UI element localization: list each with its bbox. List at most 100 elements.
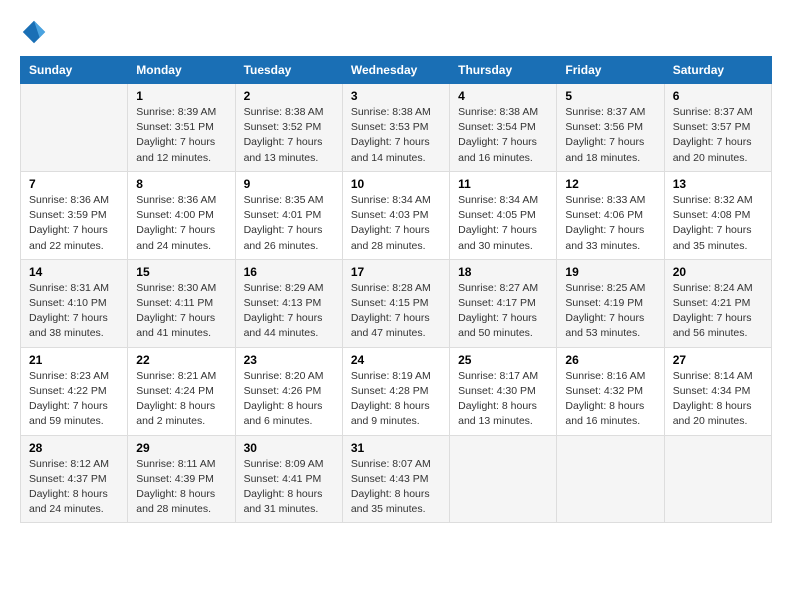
calendar-cell: 5 Sunrise: 8:37 AM Sunset: 3:56 PM Daylig… — [557, 84, 664, 172]
calendar-week-row: 28 Sunrise: 8:12 AM Sunset: 4:37 PM Dayli… — [21, 435, 772, 523]
calendar-cell — [557, 435, 664, 523]
weekday-header: Monday — [128, 57, 235, 84]
calendar-cell: 11 Sunrise: 8:34 AM Sunset: 4:05 PM Dayli… — [450, 171, 557, 259]
day-number: 7 — [29, 177, 119, 191]
day-number: 4 — [458, 89, 548, 103]
calendar-week-row: 14 Sunrise: 8:31 AM Sunset: 4:10 PM Dayli… — [21, 259, 772, 347]
weekday-header: Tuesday — [235, 57, 342, 84]
calendar-week-row: 7 Sunrise: 8:36 AM Sunset: 3:59 PM Daylig… — [21, 171, 772, 259]
header — [20, 18, 772, 46]
calendar-cell: 19Sunrise: 8:25 AM Sunset: 4:19 PM Dayli… — [557, 259, 664, 347]
calendar-cell: 12 Sunrise: 8:33 AM Sunset: 4:06 PM Dayli… — [557, 171, 664, 259]
calendar-cell: 22 Sunrise: 8:21 AM Sunset: 4:24 PM Dayli… — [128, 347, 235, 435]
day-number: 18 — [458, 265, 548, 279]
day-info: Sunrise: 8:33 AM Sunset: 4:06 PM Dayligh… — [565, 193, 655, 254]
calendar-cell: 3Sunrise: 8:38 AM Sunset: 3:53 PM Daylig… — [342, 84, 449, 172]
day-info: Sunrise: 8:36 AM Sunset: 3:59 PM Dayligh… — [29, 193, 119, 254]
day-number: 6 — [673, 89, 763, 103]
weekday-header: Sunday — [21, 57, 128, 84]
day-info: Sunrise: 8:07 AM Sunset: 4:43 PM Dayligh… — [351, 457, 441, 518]
calendar-cell: 17 Sunrise: 8:28 AM Sunset: 4:15 PM Dayli… — [342, 259, 449, 347]
calendar-cell: 23Sunrise: 8:20 AM Sunset: 4:26 PM Dayli… — [235, 347, 342, 435]
day-info: Sunrise: 8:34 AM Sunset: 4:03 PM Dayligh… — [351, 193, 441, 254]
day-number: 22 — [136, 353, 226, 367]
day-number: 9 — [244, 177, 334, 191]
calendar-cell: 1 Sunrise: 8:39 AM Sunset: 3:51 PM Daylig… — [128, 84, 235, 172]
day-number: 17 — [351, 265, 441, 279]
calendar-table: SundayMondayTuesdayWednesdayThursdayFrid… — [20, 56, 772, 523]
day-number: 26 — [565, 353, 655, 367]
day-number: 23 — [244, 353, 334, 367]
day-number: 14 — [29, 265, 119, 279]
day-info: Sunrise: 8:24 AM Sunset: 4:21 PM Dayligh… — [673, 281, 763, 342]
day-number: 27 — [673, 353, 763, 367]
day-number: 13 — [673, 177, 763, 191]
weekday-header: Friday — [557, 57, 664, 84]
day-info: Sunrise: 8:23 AM Sunset: 4:22 PM Dayligh… — [29, 369, 119, 430]
weekday-header: Saturday — [664, 57, 771, 84]
calendar-cell: 21Sunrise: 8:23 AM Sunset: 4:22 PM Dayli… — [21, 347, 128, 435]
day-number: 15 — [136, 265, 226, 279]
day-info: Sunrise: 8:37 AM Sunset: 3:56 PM Dayligh… — [565, 105, 655, 166]
day-number: 25 — [458, 353, 548, 367]
calendar-cell: 18 Sunrise: 8:27 AM Sunset: 4:17 PM Dayli… — [450, 259, 557, 347]
weekday-header: Wednesday — [342, 57, 449, 84]
calendar-cell: 24 Sunrise: 8:19 AM Sunset: 4:28 PM Dayli… — [342, 347, 449, 435]
calendar-cell: 25 Sunrise: 8:17 AM Sunset: 4:30 PM Dayli… — [450, 347, 557, 435]
day-info: Sunrise: 8:12 AM Sunset: 4:37 PM Dayligh… — [29, 457, 119, 518]
calendar-week-row: 1 Sunrise: 8:39 AM Sunset: 3:51 PM Daylig… — [21, 84, 772, 172]
calendar-cell: 2 Sunrise: 8:38 AM Sunset: 3:52 PM Daylig… — [235, 84, 342, 172]
calendar-cell: 14 Sunrise: 8:31 AM Sunset: 4:10 PM Dayli… — [21, 259, 128, 347]
day-info: Sunrise: 8:21 AM Sunset: 4:24 PM Dayligh… — [136, 369, 226, 430]
day-info: Sunrise: 8:25 AM Sunset: 4:19 PM Dayligh… — [565, 281, 655, 342]
day-number: 24 — [351, 353, 441, 367]
calendar-cell: 28 Sunrise: 8:12 AM Sunset: 4:37 PM Dayli… — [21, 435, 128, 523]
calendar-cell: 15 Sunrise: 8:30 AM Sunset: 4:11 PM Dayli… — [128, 259, 235, 347]
day-number: 11 — [458, 177, 548, 191]
day-number: 1 — [136, 89, 226, 103]
day-info: Sunrise: 8:38 AM Sunset: 3:54 PM Dayligh… — [458, 105, 548, 166]
day-info: Sunrise: 8:19 AM Sunset: 4:28 PM Dayligh… — [351, 369, 441, 430]
day-info: Sunrise: 8:09 AM Sunset: 4:41 PM Dayligh… — [244, 457, 334, 518]
calendar-cell: 16Sunrise: 8:29 AM Sunset: 4:13 PM Dayli… — [235, 259, 342, 347]
header-row: SundayMondayTuesdayWednesdayThursdayFrid… — [21, 57, 772, 84]
calendar-cell: 10 Sunrise: 8:34 AM Sunset: 4:03 PM Dayli… — [342, 171, 449, 259]
weekday-header: Thursday — [450, 57, 557, 84]
day-number: 28 — [29, 441, 119, 455]
calendar-cell: 9 Sunrise: 8:35 AM Sunset: 4:01 PM Daylig… — [235, 171, 342, 259]
day-number: 5 — [565, 89, 655, 103]
day-info: Sunrise: 8:35 AM Sunset: 4:01 PM Dayligh… — [244, 193, 334, 254]
day-info: Sunrise: 8:11 AM Sunset: 4:39 PM Dayligh… — [136, 457, 226, 518]
day-number: 3 — [351, 89, 441, 103]
day-info: Sunrise: 8:29 AM Sunset: 4:13 PM Dayligh… — [244, 281, 334, 342]
calendar-cell: 4 Sunrise: 8:38 AM Sunset: 3:54 PM Daylig… — [450, 84, 557, 172]
calendar-cell: 30 Sunrise: 8:09 AM Sunset: 4:41 PM Dayli… — [235, 435, 342, 523]
day-number: 12 — [565, 177, 655, 191]
day-info: Sunrise: 8:17 AM Sunset: 4:30 PM Dayligh… — [458, 369, 548, 430]
day-info: Sunrise: 8:37 AM Sunset: 3:57 PM Dayligh… — [673, 105, 763, 166]
calendar-cell: 29Sunrise: 8:11 AM Sunset: 4:39 PM Dayli… — [128, 435, 235, 523]
calendar-cell: 8Sunrise: 8:36 AM Sunset: 4:00 PM Daylig… — [128, 171, 235, 259]
calendar-cell: 6 Sunrise: 8:37 AM Sunset: 3:57 PM Daylig… — [664, 84, 771, 172]
day-number: 2 — [244, 89, 334, 103]
day-info: Sunrise: 8:30 AM Sunset: 4:11 PM Dayligh… — [136, 281, 226, 342]
calendar-cell: 31Sunrise: 8:07 AM Sunset: 4:43 PM Dayli… — [342, 435, 449, 523]
calendar-cell: 26 Sunrise: 8:16 AM Sunset: 4:32 PM Dayli… — [557, 347, 664, 435]
page: SundayMondayTuesdayWednesdayThursdayFrid… — [0, 0, 792, 612]
logo — [20, 18, 52, 46]
day-info: Sunrise: 8:32 AM Sunset: 4:08 PM Dayligh… — [673, 193, 763, 254]
day-info: Sunrise: 8:39 AM Sunset: 3:51 PM Dayligh… — [136, 105, 226, 166]
day-number: 20 — [673, 265, 763, 279]
calendar-cell — [21, 84, 128, 172]
day-info: Sunrise: 8:34 AM Sunset: 4:05 PM Dayligh… — [458, 193, 548, 254]
day-info: Sunrise: 8:31 AM Sunset: 4:10 PM Dayligh… — [29, 281, 119, 342]
calendar-cell: 7 Sunrise: 8:36 AM Sunset: 3:59 PM Daylig… — [21, 171, 128, 259]
day-info: Sunrise: 8:38 AM Sunset: 3:52 PM Dayligh… — [244, 105, 334, 166]
calendar-week-row: 21Sunrise: 8:23 AM Sunset: 4:22 PM Dayli… — [21, 347, 772, 435]
day-number: 10 — [351, 177, 441, 191]
day-info: Sunrise: 8:27 AM Sunset: 4:17 PM Dayligh… — [458, 281, 548, 342]
day-info: Sunrise: 8:28 AM Sunset: 4:15 PM Dayligh… — [351, 281, 441, 342]
day-number: 30 — [244, 441, 334, 455]
calendar-cell: 27Sunrise: 8:14 AM Sunset: 4:34 PM Dayli… — [664, 347, 771, 435]
day-info: Sunrise: 8:16 AM Sunset: 4:32 PM Dayligh… — [565, 369, 655, 430]
